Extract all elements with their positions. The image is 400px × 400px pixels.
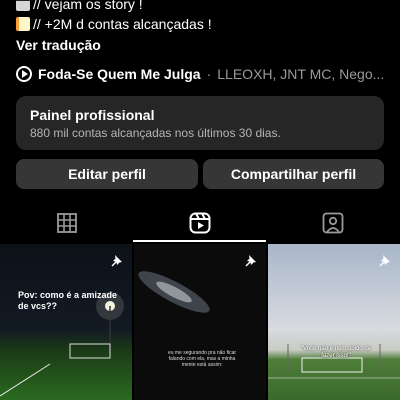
reels-grid: Pov: como é a amizade de vcs?? eu me seg… — [0, 244, 400, 400]
grid-icon — [56, 213, 77, 233]
play-circle-icon — [16, 66, 32, 82]
music-title: Foda-Se Quem Me Julga — [38, 66, 201, 82]
professional-dashboard-title: Painel profissional — [30, 107, 155, 123]
music-separator: · — [206, 66, 212, 82]
pin-icon — [245, 255, 256, 267]
edit-profile-button[interactable]: Editar perfil — [16, 159, 198, 189]
profile-tabs — [0, 204, 400, 242]
bio-line-text: // +2M d contas alcançadas ! — [33, 16, 212, 32]
pin-icon — [111, 255, 122, 267]
bio-line: // vejam os story ! — [16, 0, 386, 14]
see-translation-link[interactable]: Ver tradução — [16, 35, 386, 55]
music-artists: LLEOXH, JNT MC, Nego... — [217, 66, 385, 82]
clapper-board-icon — [16, 0, 30, 11]
reel-caption: Pov: como é a amizade de vcs?? — [18, 290, 118, 311]
reel-caption: "Você não é nem doido de fazer isso!" — [300, 346, 372, 359]
tab-reels[interactable] — [133, 204, 266, 242]
bio-line: // +2M d contas alcançadas ! — [16, 14, 386, 34]
tab-posts[interactable] — [0, 204, 133, 242]
reels-icon — [189, 212, 210, 234]
active-tab-indicator — [133, 240, 266, 242]
pin-icon — [379, 255, 390, 267]
tab-tagged[interactable] — [266, 204, 400, 242]
professional-dashboard-subtitle: 880 mil contas alcançadas nos últimos 30… — [30, 126, 281, 140]
reel-thumbnail[interactable]: eu me segurando pra não ficar falando co… — [134, 244, 266, 400]
tagged-icon — [322, 212, 344, 234]
memo-icon — [16, 17, 30, 31]
profile-music[interactable]: Foda-Se Quem Me Julga · LLEOXH, JNT MC, … — [16, 66, 386, 82]
professional-dashboard-card[interactable]: Painel profissional 880 mil contas alcan… — [16, 96, 384, 150]
reel-thumbnail[interactable]: Pov: como é a amizade de vcs?? — [0, 244, 132, 400]
profile-bio: // vejam os story ! // +2M d contas alca… — [16, 0, 386, 55]
bio-line-text: // vejam os story ! — [33, 0, 143, 12]
share-profile-button[interactable]: Compartilhar perfil — [203, 159, 384, 189]
reel-thumbnail[interactable]: "Você não é nem doido de fazer isso!" — [268, 244, 400, 400]
reel-caption: eu me segurando pra não ficar falando co… — [167, 350, 237, 368]
